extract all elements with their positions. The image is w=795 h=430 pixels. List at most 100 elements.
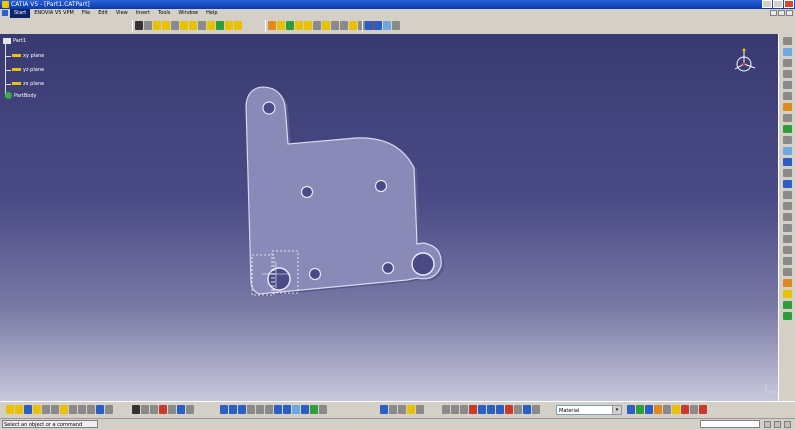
command-input[interactable] <box>700 420 760 428</box>
color-icon[interactable] <box>627 405 635 414</box>
measure-item-icon[interactable] <box>374 21 382 30</box>
graphic-icon[interactable] <box>460 405 468 414</box>
swap-space-icon[interactable] <box>310 405 318 414</box>
sketch-icon[interactable] <box>135 21 143 30</box>
flanged-hole-icon[interactable] <box>783 224 792 232</box>
pad-icon[interactable] <box>144 21 152 30</box>
sketcher-icon[interactable] <box>783 37 792 45</box>
views-icon[interactable] <box>389 405 397 414</box>
zoom-out-icon[interactable] <box>265 405 273 414</box>
iso-view-icon[interactable] <box>283 405 291 414</box>
bridge-icon[interactable] <box>783 213 792 221</box>
wall-icon[interactable] <box>783 59 792 67</box>
rib-icon[interactable] <box>189 21 197 30</box>
flange-icon[interactable] <box>783 70 792 78</box>
paste-icon[interactable] <box>60 405 68 414</box>
menu-enovia[interactable]: ENOVIA V5 VPM <box>30 9 78 18</box>
hole-top-tab[interactable] <box>262 101 276 115</box>
shading-icon[interactable] <box>292 405 300 414</box>
layer-icon[interactable] <box>451 405 459 414</box>
select-icon[interactable] <box>132 405 140 414</box>
document-icon[interactable] <box>2 9 8 16</box>
hole-upper-left[interactable] <box>300 185 314 199</box>
line-type-icon[interactable] <box>654 405 662 414</box>
fold-icon[interactable] <box>398 405 406 414</box>
cut-icon[interactable] <box>42 405 50 414</box>
measure-between-icon[interactable] <box>168 405 176 414</box>
corner-icon[interactable] <box>783 136 792 144</box>
close-button[interactable] <box>784 0 794 8</box>
zoom-icon[interactable] <box>392 21 400 30</box>
hem-icon[interactable] <box>783 147 792 155</box>
tree-root-part[interactable]: Part1 <box>3 37 26 45</box>
dowel-icon[interactable] <box>783 268 792 276</box>
rotate-icon[interactable] <box>247 405 255 414</box>
knowledge-icon[interactable] <box>514 405 522 414</box>
swap-icon[interactable] <box>159 405 167 414</box>
tree-item-partbody[interactable]: PartBody <box>5 92 37 100</box>
cancel-command-icon[interactable] <box>764 421 771 428</box>
shaft-icon[interactable] <box>162 21 170 30</box>
3d-viewport[interactable]: Part1 xy plane yz plane zx plane PartBod… <box>0 34 778 401</box>
fillet-icon[interactable] <box>225 21 233 30</box>
formula-icon[interactable] <box>186 405 194 414</box>
line-thickness-icon[interactable] <box>645 405 653 414</box>
menu-edit[interactable]: Edit <box>94 9 112 18</box>
thread-icon[interactable] <box>295 21 303 30</box>
pattern-user-icon[interactable] <box>783 312 792 320</box>
doc-restore-button[interactable] <box>778 10 785 16</box>
rendering-icon[interactable] <box>672 405 680 414</box>
rotation-icon[interactable] <box>322 21 330 30</box>
transparency-icon[interactable] <box>636 405 644 414</box>
redo-icon[interactable] <box>78 405 86 414</box>
surface-icon[interactable] <box>783 191 792 199</box>
stamp-icon[interactable] <box>783 114 792 122</box>
tap-analysis-icon[interactable] <box>496 405 504 414</box>
material-settings-icon[interactable] <box>532 405 540 414</box>
properties-icon[interactable] <box>442 405 450 414</box>
unfold-icon[interactable] <box>783 92 792 100</box>
print-icon[interactable] <box>33 405 41 414</box>
swept-wall-icon[interactable] <box>783 180 792 188</box>
new-icon[interactable] <box>6 405 14 414</box>
user-stamp-icon[interactable] <box>783 279 792 287</box>
curve-stamp-icon[interactable] <box>783 246 792 254</box>
chevron-down-icon[interactable]: ▾ <box>612 406 621 414</box>
part-geometry[interactable] <box>0 34 778 401</box>
catalog-icon[interactable] <box>177 405 185 414</box>
fly-mode-icon[interactable] <box>220 405 228 414</box>
menu-view[interactable]: View <box>112 9 132 18</box>
hide-show-icon[interactable] <box>301 405 309 414</box>
material-dropdown[interactable]: Material ▾ <box>556 405 622 415</box>
translation-icon[interactable] <box>313 21 321 30</box>
pan-icon[interactable] <box>238 405 246 414</box>
command-history-icon[interactable] <box>784 421 791 428</box>
tree-item-zx-plane[interactable]: zx plane <box>12 80 44 88</box>
compass-icon[interactable] <box>731 46 761 76</box>
stop-icon[interactable] <box>699 405 707 414</box>
menu-insert[interactable]: Insert <box>132 9 154 18</box>
tree-item-xy-plane[interactable]: xy plane <box>12 52 44 60</box>
normal-view-icon[interactable] <box>274 405 282 414</box>
hole-icon[interactable] <box>180 21 188 30</box>
pocket-icon[interactable] <box>153 21 161 30</box>
parameters-icon[interactable] <box>380 405 388 414</box>
thread-analysis-icon[interactable] <box>505 405 513 414</box>
hole-upper-right[interactable] <box>374 179 388 193</box>
tree-item-yz-plane[interactable]: yz plane <box>12 66 44 74</box>
menu-window[interactable]: Window <box>174 9 202 18</box>
doc-minimize-button[interactable] <box>770 10 777 16</box>
zoom-in-icon[interactable] <box>256 405 264 414</box>
groove-icon[interactable] <box>171 21 179 30</box>
remove-face-icon[interactable] <box>304 21 312 30</box>
draft-analysis-icon[interactable] <box>478 405 486 414</box>
cutout-icon[interactable] <box>783 103 792 111</box>
slot-icon[interactable] <box>198 21 206 30</box>
check-icon[interactable] <box>416 405 424 414</box>
workbench-icon[interactable] <box>783 48 792 56</box>
loft-icon[interactable] <box>216 21 224 30</box>
menu-start[interactable]: Start <box>10 9 31 18</box>
stop-command-icon[interactable] <box>774 421 781 428</box>
apply-material-icon[interactable] <box>523 405 531 414</box>
hopper-icon[interactable] <box>783 169 792 177</box>
